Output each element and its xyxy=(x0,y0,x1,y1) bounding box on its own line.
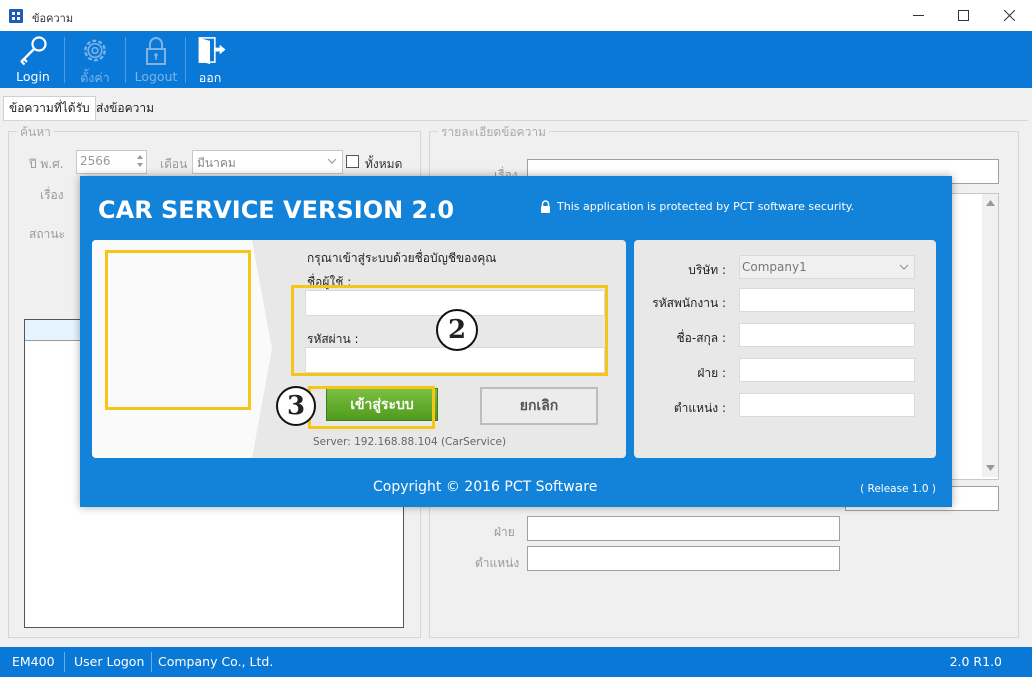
login-dialog: CAR SERVICE VERSION 2.0 This application… xyxy=(80,176,952,507)
month-value: มีนาคม xyxy=(197,156,236,170)
status-bar: EM400 User Logon Company Co., Ltd. 2.0 R… xyxy=(0,647,1032,677)
app-icon xyxy=(9,9,23,23)
department-label: ฝ่าย : xyxy=(697,366,726,380)
employee-id-label: รหัสพนักงาน : xyxy=(652,296,726,310)
year-value: 2566 xyxy=(80,154,111,168)
logout-toolbar-button[interactable]: Logout xyxy=(132,31,180,88)
minimize-icon xyxy=(912,15,924,16)
release-label: ( Release 1.0 ) xyxy=(860,483,936,495)
detail-department-field[interactable] xyxy=(527,516,840,541)
status-company: Company Co., Ltd. xyxy=(158,654,274,669)
company-label: บริษัท : xyxy=(688,263,726,277)
toolbar: Login ตั้งค่า Logout ออก xyxy=(0,31,1032,88)
gear-icon xyxy=(84,39,106,62)
company-value: Company1 xyxy=(742,260,807,274)
month-select[interactable]: มีนาคม xyxy=(192,150,343,174)
year-spinner[interactable]: 2566 xyxy=(76,150,147,174)
toolbar-divider xyxy=(125,37,126,83)
maximize-button[interactable] xyxy=(940,0,986,31)
title-bar: ข้อความ xyxy=(0,0,1032,31)
all-checkbox-label: ทั้งหมด xyxy=(365,157,403,171)
toolbar-divider xyxy=(64,37,65,83)
status-divider xyxy=(64,652,65,672)
company-select[interactable]: Company1 xyxy=(739,255,915,279)
copyright: Copyright © 2016 PCT Software xyxy=(373,479,598,495)
security-note-text: This application is protected by PCT sof… xyxy=(557,200,855,213)
status-divider xyxy=(151,652,152,672)
tab-strip: ข้อความที่ได้รับ ส่งข้อความ xyxy=(0,96,200,121)
lock-icon xyxy=(146,37,166,65)
step-3-marker: 3 xyxy=(276,386,316,426)
tab-received-messages[interactable]: ข้อความที่ได้รับ xyxy=(3,96,96,121)
login-toolbar-button[interactable]: Login xyxy=(10,31,56,88)
credentials-panel: กรุณาเข้าสู่ระบบด้วยชื่อบัญชีของคุณ ชื่อ… xyxy=(92,240,626,458)
close-icon xyxy=(1003,10,1015,21)
settings-toolbar-label: ตั้งค่า xyxy=(80,70,110,85)
step-2-marker: 2 xyxy=(436,309,478,351)
server-info: Server: 192.168.88.104 (CarService) xyxy=(313,436,507,448)
exit-door-icon xyxy=(198,37,226,65)
search-group-label: ค้นหา xyxy=(17,123,54,142)
spinner-arrows-icon xyxy=(137,155,143,167)
all-checkbox[interactable] xyxy=(346,155,359,168)
employee-panel: บริษัท : Company1 รหัสพนักงาน : ชื่อ-สกุ… xyxy=(634,240,936,458)
login-prompt: กรุณาเข้าสู่ระบบด้วยชื่อบัญชีของคุณ xyxy=(307,251,497,265)
month-label: เดือน xyxy=(160,157,188,171)
scroll-down-icon xyxy=(986,465,995,471)
position-field[interactable] xyxy=(739,393,915,417)
status-label: สถานะ xyxy=(29,227,65,241)
detail-group-label: รายละเอียดข้อความ xyxy=(438,123,549,142)
year-label: ปี พ.ศ. xyxy=(29,157,64,171)
chevron-down-icon xyxy=(327,158,337,164)
fullname-label: ชื่อ-สกุล : xyxy=(676,331,726,345)
close-button[interactable] xyxy=(986,0,1032,31)
status-version: 2.0 R1.0 xyxy=(949,654,1002,669)
position-label: ตำแหน่ง : xyxy=(673,401,726,415)
subject-label: เรื่อง xyxy=(40,188,64,202)
cancel-button[interactable]: ยกเลิก xyxy=(480,387,598,425)
exit-toolbar-button[interactable]: ออก xyxy=(190,31,230,88)
login-toolbar-label: Login xyxy=(16,69,50,84)
detail-position-label: ตำแหน่ง xyxy=(475,556,520,570)
security-note: This application is protected by PCT sof… xyxy=(540,200,854,213)
maximize-icon xyxy=(957,10,969,21)
fullname-field[interactable] xyxy=(739,323,915,347)
logout-toolbar-label: Logout xyxy=(134,69,178,84)
tab-send-message[interactable]: ส่งข้อความ xyxy=(91,97,159,119)
lock-icon xyxy=(541,200,550,213)
chevron-down-icon xyxy=(899,264,909,270)
scroll-up-icon xyxy=(986,200,995,206)
window-title: ข้อความ xyxy=(32,12,74,25)
dialog-title: CAR SERVICE VERSION 2.0 xyxy=(98,196,455,224)
login-button-highlight xyxy=(308,386,435,429)
employee-id-field[interactable] xyxy=(739,288,915,312)
toolbar-divider xyxy=(185,37,186,83)
detail-department-label: ฝ่าย xyxy=(494,525,515,539)
logo-placeholder-highlight xyxy=(105,250,251,410)
detail-scrollbar[interactable] xyxy=(982,194,998,477)
status-user: User Logon xyxy=(74,654,145,669)
key-icon xyxy=(20,36,47,66)
detail-position-field[interactable] xyxy=(527,546,840,571)
exit-toolbar-label: ออก xyxy=(198,70,222,85)
minimize-button[interactable] xyxy=(895,0,941,31)
department-field[interactable] xyxy=(739,358,915,382)
settings-toolbar-button[interactable]: ตั้งค่า xyxy=(72,31,118,88)
status-code: EM400 xyxy=(12,654,55,669)
